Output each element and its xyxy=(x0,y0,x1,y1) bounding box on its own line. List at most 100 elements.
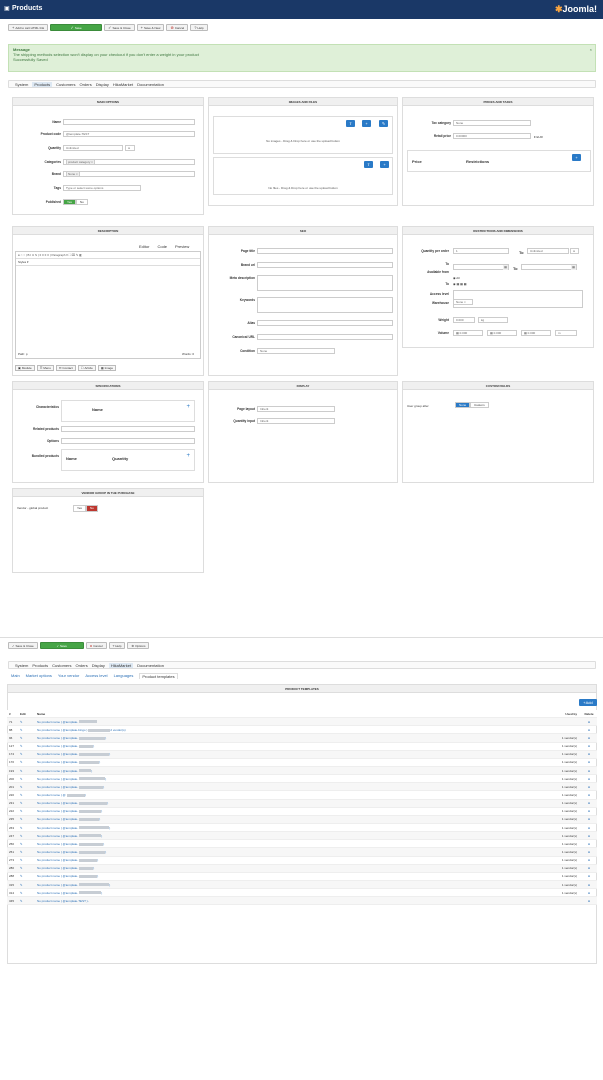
contact-button[interactable]: ✉ Contact xyxy=(55,365,76,371)
custom-option[interactable]: Custom xyxy=(470,402,489,408)
tab-main[interactable]: Main xyxy=(11,673,20,679)
save-close-button[interactable]: ✓ Save & Close xyxy=(104,24,135,31)
menu-customers[interactable]: Customers xyxy=(56,82,75,87)
add-price-icon[interactable]: + xyxy=(572,154,581,161)
infinity-button[interactable]: ∞ xyxy=(570,248,579,254)
infinity-button[interactable]: ∞ xyxy=(125,145,135,151)
template-name-link[interactable]: No product name ( @template-TEST )- xyxy=(37,899,545,903)
save-button[interactable]: ✓ Save xyxy=(39,642,84,649)
delete-icon[interactable]: ⊖ xyxy=(583,785,595,789)
delete-icon[interactable]: ⊖ xyxy=(583,736,595,740)
edit-icon[interactable]: ✎ xyxy=(20,899,37,903)
brand-input[interactable]: None × xyxy=(63,171,195,177)
menu-orders[interactable]: Orders xyxy=(79,82,91,87)
edit-icon[interactable]: ✎ xyxy=(20,883,37,887)
delete-icon[interactable]: ⊖ xyxy=(583,744,595,748)
no-option[interactable]: No xyxy=(85,505,98,512)
volume-unit-select[interactable]: m xyxy=(555,330,577,336)
delete-icon[interactable]: ⊖ xyxy=(583,883,595,887)
edit-icon[interactable]: ✎ xyxy=(20,801,37,805)
delete-icon[interactable]: ⊖ xyxy=(583,866,595,870)
tab-preview[interactable]: Preview xyxy=(175,244,189,249)
edit-icon[interactable]: ✎ xyxy=(20,834,37,838)
tab-your-vendor[interactable]: Your vendor xyxy=(58,673,79,679)
qpo-min-input[interactable]: 1 xyxy=(453,248,509,254)
available-to-input[interactable]: ▦ xyxy=(521,264,577,270)
delete-icon[interactable]: ⊖ xyxy=(583,720,595,724)
edit-icon[interactable]: ✎ xyxy=(20,736,37,740)
volume-y-input[interactable]: ▦ 0.000 xyxy=(487,330,517,336)
upload-icon[interactable]: ⇪ xyxy=(346,120,355,127)
brand-tag[interactable]: None × xyxy=(66,171,80,177)
warehouse-tag[interactable]: None × xyxy=(453,299,473,305)
quantity-input[interactable]: Unlimited xyxy=(63,145,123,151)
paragraph-select[interactable]: Paragraph xyxy=(51,253,65,257)
template-name-link[interactable]: No product name ( @) xyxy=(37,793,545,797)
yes-option[interactable]: Yes xyxy=(73,505,86,512)
published-toggle[interactable]: Yes No xyxy=(63,199,88,205)
template-name-link[interactable]: No product name ( @template-) xyxy=(37,760,545,764)
quantity-input-select[interactable]: Inherit xyxy=(257,418,335,424)
menu-products[interactable]: Products xyxy=(32,81,53,87)
upload-icon[interactable]: ⇪ xyxy=(364,161,373,168)
cancel-button[interactable]: ⊗ Cancel xyxy=(85,642,107,649)
user-group-toggle[interactable]: None Custom xyxy=(455,402,489,408)
close-icon[interactable]: × xyxy=(590,47,592,52)
template-name-link[interactable]: No product name ( @template-) xyxy=(37,769,545,773)
delete-icon[interactable]: ⊖ xyxy=(583,769,595,773)
edit-icon[interactable]: ✎ xyxy=(20,785,37,789)
edit-icon[interactable]: ✎ xyxy=(20,874,37,878)
edit-icon[interactable]: ✎ xyxy=(20,826,37,830)
tab-market-options[interactable]: Market options xyxy=(26,673,52,679)
template-name-link[interactable]: No product name ( @template-) xyxy=(37,834,545,838)
volume-z-input[interactable]: ▦ 0.000 xyxy=(521,330,551,336)
none-option[interactable]: None xyxy=(455,402,471,408)
template-name-link[interactable]: No product name ( @template-bingo ) 2 ven… xyxy=(37,728,545,732)
volume-x-input[interactable]: ▦ 0.000 xyxy=(453,330,483,336)
condition-select[interactable]: None xyxy=(257,348,335,354)
tab-access-level[interactable]: Access level xyxy=(85,673,107,679)
layout-select[interactable]: Inherit xyxy=(257,406,335,412)
add-icon[interactable]: + xyxy=(362,120,371,127)
template-name-link[interactable]: No product name ( @template-) xyxy=(37,736,545,740)
vendor-toggle[interactable]: Yes No xyxy=(73,505,98,512)
delete-icon[interactable]: ⊖ xyxy=(583,899,595,903)
edit-icon[interactable]: ✎ xyxy=(20,891,37,895)
name-input[interactable] xyxy=(63,119,195,125)
tab-code[interactable]: Code xyxy=(157,244,167,249)
image-button[interactable]: ▦ Image xyxy=(97,365,116,371)
menu-system[interactable]: System xyxy=(15,663,28,668)
article-button[interactable]: ☐ Article xyxy=(77,365,96,371)
template-name-link[interactable]: No product name ( @template-) xyxy=(37,777,545,781)
menu-hikamarket[interactable]: HikaMarket xyxy=(108,662,134,668)
template-name-link[interactable]: No product name ( @template- xyxy=(37,720,545,724)
delete-icon[interactable]: ⊖ xyxy=(583,826,595,830)
edit-icon[interactable]: ✎ xyxy=(20,793,37,797)
edit-icon[interactable]: ✎ xyxy=(20,760,37,764)
help-button[interactable]: ? Help xyxy=(108,642,126,649)
related-input[interactable] xyxy=(61,426,195,432)
help-button[interactable]: ? Help xyxy=(190,24,208,31)
menu-display[interactable]: Display xyxy=(92,663,105,668)
edit-icon[interactable]: ✎ xyxy=(20,744,37,748)
meta-textarea[interactable] xyxy=(257,275,393,291)
code-input[interactable]: @template-TEST xyxy=(63,131,195,137)
menu-documentation[interactable]: Documentation xyxy=(137,663,164,668)
category-tag[interactable]: product category × xyxy=(66,159,95,165)
menu-display[interactable]: Display xyxy=(96,82,109,87)
template-name-link[interactable]: No product name ( @template-) xyxy=(37,785,545,789)
weight-unit-select[interactable]: kg xyxy=(478,317,508,323)
keywords-textarea[interactable] xyxy=(257,297,393,313)
tab-languages[interactable]: Languages xyxy=(114,673,134,679)
module-button[interactable]: ▣ Module xyxy=(15,365,35,371)
options-input[interactable] xyxy=(61,438,195,444)
tags-input[interactable]: Type or select some options xyxy=(63,185,141,191)
add-template-button[interactable]: +Add xyxy=(579,699,597,706)
template-name-link[interactable]: No product name ( @template-) xyxy=(37,874,545,878)
template-name-link[interactable]: No product name ( @template-) xyxy=(37,842,545,846)
template-name-link[interactable]: No product name ( @template-) xyxy=(37,891,545,895)
cancel-button[interactable]: ⊗ Cancel xyxy=(166,24,189,31)
template-name-link[interactable]: No product name ( @template-) xyxy=(37,752,545,756)
delete-icon[interactable]: ⊖ xyxy=(583,858,595,862)
canonical-input[interactable] xyxy=(257,334,393,340)
